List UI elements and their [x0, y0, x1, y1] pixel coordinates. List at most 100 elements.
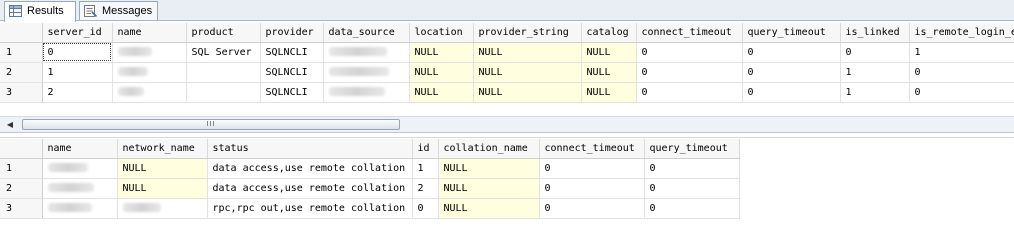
table-cell[interactable]: 1 — [840, 62, 910, 83]
table-cell[interactable]: SQL Server — [186, 42, 261, 63]
table-cell[interactable]: 0 — [636, 82, 743, 103]
table-cell[interactable]: 1 — [412, 158, 439, 179]
table-cell[interactable]: NULL — [473, 42, 582, 63]
table-cell[interactable]: NULL — [409, 42, 474, 63]
table-cell[interactable]: 0 — [909, 82, 1014, 103]
table-cell[interactable]: NULL — [473, 82, 582, 103]
table-cell[interactable]: 0 — [644, 178, 740, 199]
table-row[interactable]: 1 0 SQL Server SQLNCLI NULL NULL NULL 0 … — [0, 42, 1014, 63]
table-cell[interactable]: 0 — [644, 198, 740, 219]
redacted-cell[interactable] — [42, 198, 118, 219]
redacted-cell[interactable] — [117, 198, 208, 219]
table-cell[interactable] — [186, 62, 261, 83]
table-cell[interactable]: NULL — [473, 62, 582, 83]
tab-messages[interactable]: Messages — [79, 1, 158, 20]
table-cell[interactable]: 0 — [742, 82, 841, 103]
table-cell[interactable]: 0 — [539, 198, 645, 219]
table-cell[interactable]: 0 — [539, 158, 645, 179]
table-cell[interactable]: NULL — [117, 158, 208, 179]
grid2-corner[interactable] — [0, 139, 43, 159]
table-row[interactable]: 3 rpc,rpc out,use remote collation 0 NUL… — [0, 198, 740, 219]
results-splitter[interactable] — [0, 133, 1014, 138]
redacted-cell[interactable] — [42, 158, 118, 179]
table-cell[interactable]: NULL — [409, 62, 474, 83]
table-cell[interactable]: rpc,rpc out,use remote collation — [207, 198, 413, 219]
table-row[interactable]: 3 2 SQLNCLI NULL NULL NULL 0 0 1 0 — [0, 82, 1014, 103]
table-cell[interactable]: NULL — [409, 82, 474, 103]
table-cell[interactable]: 0 — [742, 62, 841, 83]
redacted-cell[interactable] — [112, 82, 187, 103]
column-header[interactable]: name — [42, 139, 118, 159]
table-cell[interactable]: 0 — [42, 42, 113, 63]
table-cell[interactable]: 0 — [636, 62, 743, 83]
redacted-cell[interactable] — [112, 42, 187, 63]
table-cell[interactable]: 0 — [909, 62, 1014, 83]
column-header[interactable]: collation_name — [438, 139, 540, 159]
table-cell[interactable]: 1 — [909, 42, 1014, 63]
table-cell[interactable]: 1 — [42, 62, 113, 83]
table-cell[interactable]: 1 — [840, 82, 910, 103]
table-cell[interactable] — [186, 82, 261, 103]
column-header[interactable]: provider_string — [473, 23, 582, 43]
column-header[interactable]: data_source — [323, 23, 410, 43]
column-header[interactable]: provider — [260, 23, 324, 43]
table-cell[interactable]: 0 — [644, 158, 740, 179]
table-cell[interactable]: data access,use remote collation — [207, 178, 413, 199]
table-cell[interactable]: 0 — [539, 178, 645, 199]
grid1-corner[interactable] — [0, 23, 43, 43]
table-cell[interactable]: SQLNCLI — [260, 82, 324, 103]
table-row[interactable]: 2 1 SQLNCLI NULL NULL NULL 0 0 1 0 — [0, 62, 1014, 83]
horizontal-scrollbar[interactable]: ◀ III — [0, 116, 1014, 133]
column-header[interactable]: name — [112, 23, 187, 43]
row-number[interactable]: 3 — [0, 198, 43, 219]
column-header[interactable]: product — [186, 23, 261, 43]
row-number[interactable]: 2 — [0, 62, 43, 83]
table-cell[interactable]: NULL — [581, 42, 637, 63]
results-tab-strip: Results Messages — [0, 0, 1014, 22]
column-header[interactable]: network_name — [117, 139, 208, 159]
column-header[interactable]: is_linked — [840, 23, 910, 43]
column-header[interactable]: query_timeout — [644, 139, 740, 159]
table-cell[interactable]: 0 — [742, 42, 841, 63]
table-cell[interactable]: 2 — [412, 178, 439, 199]
column-header[interactable]: is_remote_login_en — [909, 23, 1014, 43]
row-number[interactable]: 1 — [0, 42, 43, 63]
table-cell[interactable]: SQLNCLI — [260, 62, 324, 83]
column-header[interactable]: query_timeout — [742, 23, 841, 43]
table-row[interactable]: 1 NULL data access,use remote collation … — [0, 158, 740, 179]
row-number[interactable]: 1 — [0, 158, 43, 179]
table-cell[interactable]: NULL — [438, 158, 540, 179]
redaction-blur — [122, 203, 161, 212]
table-cell[interactable]: NULL — [581, 82, 637, 103]
scroll-left-arrow-icon[interactable]: ◀ — [2, 117, 18, 132]
table-cell[interactable]: SQLNCLI — [260, 42, 324, 63]
table-cell[interactable]: NULL — [438, 198, 540, 219]
redacted-cell[interactable] — [42, 178, 118, 199]
column-header[interactable]: status — [207, 139, 413, 159]
column-header[interactable]: connect_timeout — [636, 23, 743, 43]
column-header[interactable]: location — [409, 23, 474, 43]
redaction-blur — [328, 87, 385, 96]
table-cell[interactable]: 2 — [42, 82, 113, 103]
redacted-cell[interactable] — [323, 82, 410, 103]
column-header[interactable]: id — [412, 139, 439, 159]
table-cell[interactable]: 0 — [840, 42, 910, 63]
scrollbar-thumb[interactable]: III — [22, 119, 400, 130]
redacted-cell[interactable] — [112, 62, 187, 83]
column-header[interactable]: server_id — [42, 23, 113, 43]
messages-icon — [84, 5, 97, 17]
table-row[interactable]: 2 NULL data access,use remote collation … — [0, 178, 740, 199]
table-cell[interactable]: 0 — [636, 42, 743, 63]
row-number[interactable]: 2 — [0, 178, 43, 199]
row-number[interactable]: 3 — [0, 82, 43, 103]
table-cell[interactable]: 0 — [412, 198, 439, 219]
table-cell[interactable]: NULL — [117, 178, 208, 199]
table-cell[interactable]: NULL — [581, 62, 637, 83]
tab-results[interactable]: Results — [4, 1, 76, 22]
redacted-cell[interactable] — [323, 42, 410, 63]
table-cell[interactable]: NULL — [438, 178, 540, 199]
column-header[interactable]: catalog — [581, 23, 637, 43]
redacted-cell[interactable] — [323, 62, 410, 83]
table-cell[interactable]: data access,use remote collation — [207, 158, 413, 179]
column-header[interactable]: connect_timeout — [539, 139, 645, 159]
